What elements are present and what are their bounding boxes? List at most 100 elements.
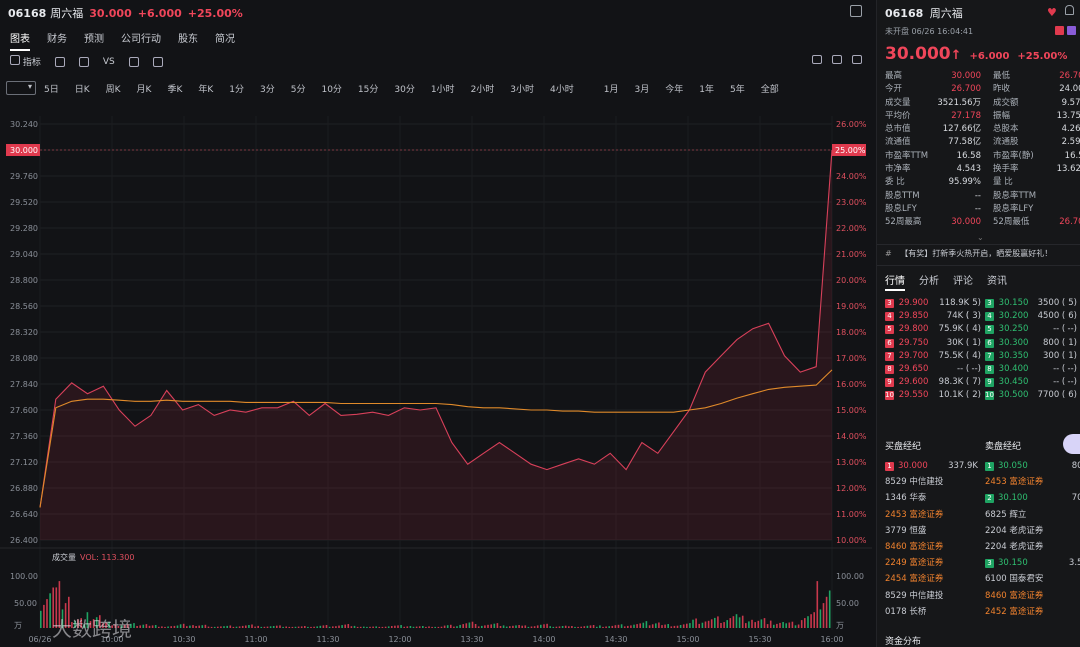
broker-name: 2453 富途证券 xyxy=(885,509,944,520)
volume-bar xyxy=(186,626,188,628)
volume-bar xyxy=(425,626,427,628)
panel-header: 06168 周六福 xyxy=(885,5,963,21)
volume-bar xyxy=(720,623,722,628)
stat-value: 16.58 xyxy=(956,150,981,161)
y-tick-label: 30.240 xyxy=(10,120,38,129)
stat-label: 平均价 xyxy=(885,110,911,121)
volume-bar xyxy=(328,626,331,628)
order-book-row[interactable]: 7 29.700 75.5K (4) 7 30.350 300 (1) xyxy=(885,350,1077,363)
stat-label: 股息率TTM xyxy=(993,190,1037,201)
ask-price: 30.150 xyxy=(998,298,1029,308)
volume-bar xyxy=(804,618,806,628)
stat-value: 26.700 xyxy=(1059,217,1080,228)
bell-icon[interactable] xyxy=(1065,5,1074,15)
broker-level-badge: 3 xyxy=(985,559,994,569)
expand-chevron-icon[interactable]: ⌄ xyxy=(977,233,984,242)
stat-label: 成交额 xyxy=(993,97,1019,108)
y-tick-label: 27.840 xyxy=(10,380,38,389)
volume-bar xyxy=(136,626,138,628)
order-book-row[interactable]: 6 29.750 30K (1) 6 30.300 800 (1) xyxy=(885,337,1077,350)
order-book-row[interactable]: 3 29.900 118.9K (5) 3 30.150 3500 (5) xyxy=(885,297,1077,321)
tab-comments[interactable]: 评论 xyxy=(953,272,973,291)
stat-label: 换手率 xyxy=(993,164,1019,175)
ask-price: 30.300 xyxy=(998,337,1029,348)
volume-bar xyxy=(704,621,707,628)
order-book-row[interactable]: 5 29.800 75.9K (4) 5 30.250 -- (--) xyxy=(885,323,1077,336)
volume-bar xyxy=(189,625,191,628)
hk-connect-icon xyxy=(1055,26,1064,35)
broker-level-badge: 1 xyxy=(885,462,894,471)
volume-bar xyxy=(477,626,480,628)
volume-bar xyxy=(173,625,176,628)
volume-bar xyxy=(543,624,545,628)
bid-volume: -- ( xyxy=(957,364,970,374)
volume-bar xyxy=(807,616,809,628)
x-tick-label: 06/26 xyxy=(28,635,51,644)
volume-bar xyxy=(182,623,185,628)
broker-name: 0178 长桥 xyxy=(885,606,927,617)
intraday-chart[interactable]: 30.240 26.00% 29.760 24.00% 29.520 23.00% 29.2… xyxy=(0,0,872,647)
promo-banner[interactable]: # 【有奖】打新季火热开启，晒爱股赢好礼！ xyxy=(885,248,1052,259)
volume-bar xyxy=(732,616,735,628)
volume-bar xyxy=(710,619,713,628)
quote-panel: 06168 周六福 ♥ 未开盘 06/26 16:04:41 30.000↑ +… xyxy=(876,0,1080,647)
ask-broker-title: 卖盘经纪 xyxy=(985,442,1022,452)
broker-name: 2453 富途证券 xyxy=(985,477,1044,488)
order-book-row[interactable]: 10 29.550 10.1K (2) 10 30.500 7700 (6) xyxy=(885,389,1077,402)
volume-bar xyxy=(319,625,322,628)
ask-level-badge: 5 xyxy=(984,325,994,335)
volume-bar xyxy=(347,624,350,628)
tab-news[interactable]: 资讯 xyxy=(987,272,1007,291)
volume-bar xyxy=(325,625,328,628)
y-tick-label-pct: 26.00% xyxy=(836,120,867,129)
volume-label: 成交量 xyxy=(52,552,76,562)
stat-label: 委 比 xyxy=(885,177,905,188)
volume-bar xyxy=(207,626,210,628)
stat-value: 26.700 xyxy=(951,84,981,95)
volume-bar xyxy=(577,626,579,628)
y-tick-label-pct: 11.00% xyxy=(836,510,867,519)
divider xyxy=(877,244,1080,245)
stat-label: 市盈率(静) xyxy=(993,150,1034,161)
assistant-bubble-icon[interactable] xyxy=(1063,434,1080,454)
stat-label: 最高 xyxy=(885,71,903,81)
volume-bar xyxy=(440,626,443,628)
favorite-heart-icon[interactable]: ♥ xyxy=(1047,6,1057,19)
tab-quote[interactable]: 行情 xyxy=(885,272,905,291)
volume-bar xyxy=(564,625,567,628)
ask-count: 5) xyxy=(1068,298,1077,308)
volume-bar xyxy=(459,624,461,628)
volume-bar xyxy=(443,625,446,628)
volume-bar xyxy=(692,619,694,628)
volume-bar xyxy=(217,626,219,628)
tab-analysis[interactable]: 分析 xyxy=(919,272,939,291)
stat-value: 26.700 xyxy=(1059,71,1080,81)
stat-row: 市净率 4.543 xyxy=(885,163,981,176)
y-tick-label-pct: 13.00% xyxy=(836,458,867,467)
volume-bar xyxy=(279,625,281,628)
volume-bar xyxy=(617,624,620,628)
order-book-row[interactable]: 9 29.600 98.3K (7) 9 30.450 -- (--) xyxy=(885,376,1077,389)
stat-label: 流通股 xyxy=(993,137,1019,148)
broker-volume: 800 xyxy=(1071,461,1080,471)
broker-name: 8529 中信建投 xyxy=(885,477,944,488)
volume-bar xyxy=(701,622,704,628)
volume-bar xyxy=(369,626,371,628)
stat-row: 振幅 13.75% xyxy=(993,110,1080,123)
volume-bar xyxy=(409,626,412,628)
volume-bar xyxy=(689,623,691,628)
volume-bar xyxy=(546,623,548,628)
volume-bar xyxy=(822,603,825,628)
order-book-row[interactable]: 4 29.850 74K (3) 4 30.200 4500 (6) xyxy=(885,310,1077,323)
broker-name: 6100 国泰君安 xyxy=(985,574,1044,585)
volume-bar xyxy=(751,619,753,628)
stat-value: 24.000 xyxy=(1059,84,1080,95)
volume-bar xyxy=(453,626,455,628)
volume-bar xyxy=(639,623,641,628)
volume-tick: 100.00 xyxy=(10,572,38,581)
stat-value: 77.58亿 xyxy=(948,137,981,148)
volume-bar xyxy=(133,623,135,628)
bid-count: 7) xyxy=(972,377,981,388)
volume-bar xyxy=(154,625,157,628)
order-book-row[interactable]: 8 29.650 -- (--) 8 30.400 -- (--) xyxy=(885,363,1077,376)
